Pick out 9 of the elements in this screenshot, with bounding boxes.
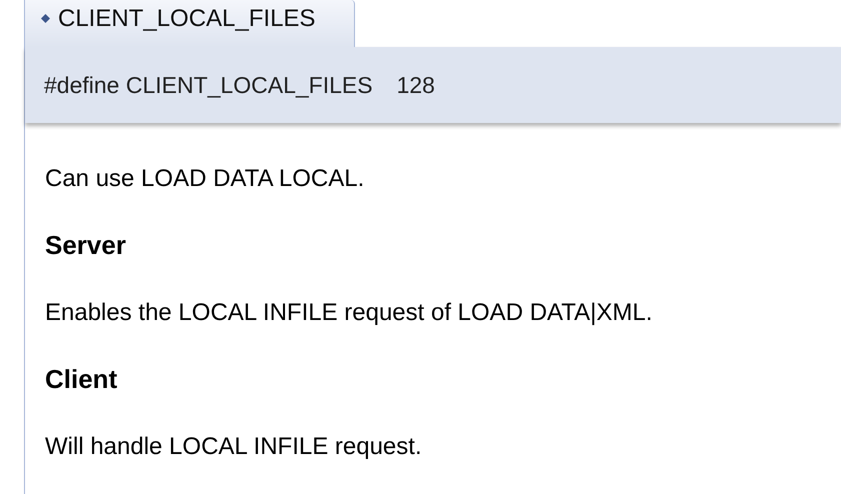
description-text: Can use LOAD DATA LOCAL. [45, 164, 366, 194]
description-text: Will handle LOCAL INFILE request. [45, 432, 423, 462]
section-heading: Server [45, 229, 127, 261]
section-heading: Client [45, 363, 118, 395]
member-title: CLIENT_LOCAL_FILES [58, 4, 316, 32]
diamond-icon [41, 14, 50, 23]
define-value: 128 [396, 72, 435, 98]
define-declaration: #define CLIENT_LOCAL_FILES [44, 72, 373, 98]
description-text: Enables the LOCAL INFILE request of LOAD DATA|XML. [45, 298, 654, 328]
